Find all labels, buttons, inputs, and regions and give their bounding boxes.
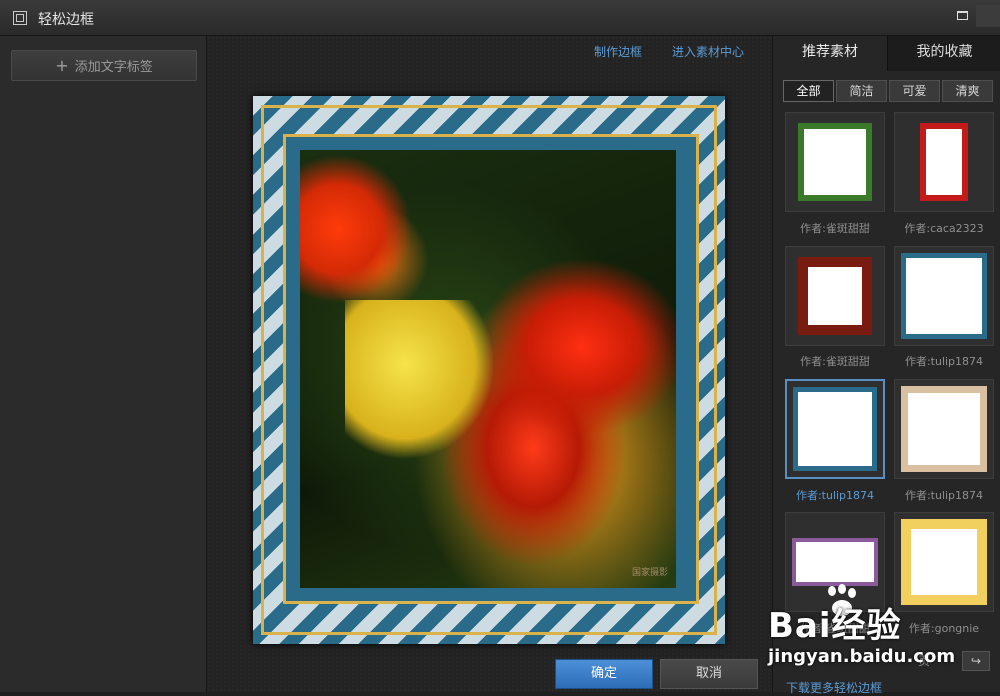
tab-recommended[interactable]: 推荐素材 (773, 36, 887, 71)
thumbnail-preview (901, 253, 987, 339)
confirm-button[interactable]: 确定 (555, 659, 653, 689)
thumbnail-author: 作者:tulip1874 (904, 489, 984, 502)
baidu-watermark: Bai经验 jingyan.baidu.com (768, 578, 1000, 692)
cancel-button[interactable]: 取消 (660, 659, 758, 689)
maximize-button[interactable] (950, 5, 974, 27)
frame-thumbnail[interactable] (785, 112, 885, 212)
filter-cute[interactable]: 可爱 (889, 80, 940, 102)
filter-fresh[interactable]: 清爽 (942, 80, 993, 102)
thumbnail-preview (793, 387, 877, 471)
filter-simple[interactable]: 简洁 (836, 80, 887, 102)
canvas-area: 制作边框 进入素材中心 国家摄影 (207, 36, 772, 692)
add-text-label-text: 添加文字标签 (74, 60, 153, 75)
material-center-link[interactable]: 进入素材中心 (672, 43, 744, 60)
thumbnail-preview (901, 386, 987, 472)
watermark-url: jingyan.baidu.com (768, 646, 956, 667)
thumbnail-preview (798, 257, 872, 335)
frame-thumbnail[interactable] (785, 379, 885, 479)
butterfly-image (345, 300, 495, 460)
thumbnail-preview (920, 123, 968, 201)
frame-thumbnail[interactable] (894, 379, 994, 479)
watermark-brand: Bai经验 (768, 606, 902, 646)
make-frame-link[interactable]: 制作边框 (594, 43, 642, 60)
thumbnail-author: 作者:caca2323 (904, 222, 984, 235)
photo-watermark: 国家摄影 (631, 568, 668, 578)
frame-thumbnail[interactable] (894, 112, 994, 212)
thumbnail-author: 作者:tulip1874 (904, 355, 984, 368)
frame-thumbnail[interactable] (894, 246, 994, 346)
frame-thumbnail[interactable] (785, 246, 885, 346)
title-bar: 轻松边框 (0, 0, 1000, 36)
left-panel: + 添加文字标签 (0, 36, 207, 692)
add-text-label-button[interactable]: + 添加文字标签 (11, 50, 197, 81)
tab-favorites[interactable]: 我的收藏 (887, 36, 1000, 71)
window-title: 轻松边框 (38, 12, 94, 28)
frame-preview: 国家摄影 (253, 96, 725, 644)
filter-all[interactable]: 全部 (783, 80, 834, 102)
thumbnail-author: 作者:雀斑甜甜 (800, 355, 870, 368)
app-frame-icon (13, 11, 27, 25)
close-button[interactable] (976, 5, 1000, 27)
thumbnail-author: 作者:雀斑甜甜 (800, 222, 870, 235)
thumbnail-preview (798, 123, 872, 201)
thumbnail-author: 作者:tulip1874 (795, 489, 875, 502)
plus-icon: + (55, 56, 69, 75)
preview-photo: 国家摄影 (300, 150, 676, 588)
